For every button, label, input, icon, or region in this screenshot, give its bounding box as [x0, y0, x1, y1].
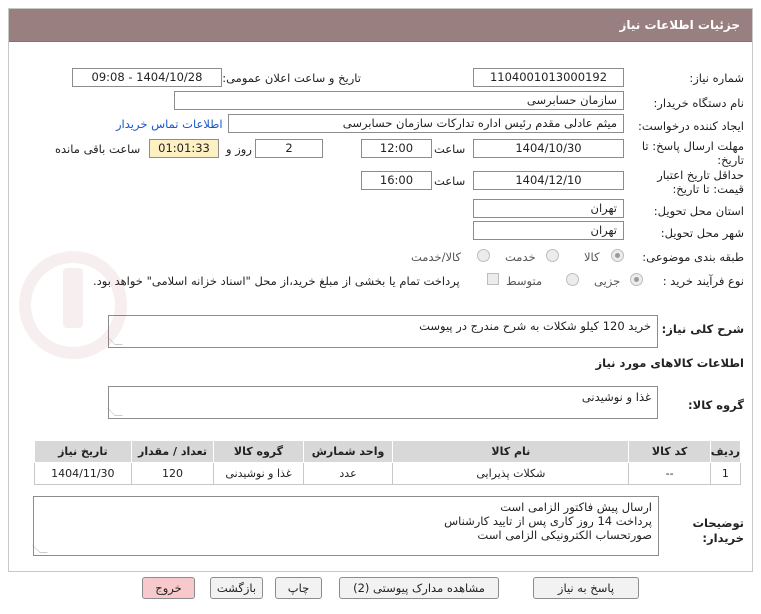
deadline-time-field: 12:00 — [361, 139, 432, 158]
deadline-time-label: ساعت — [434, 142, 466, 156]
goods-group-text: غذا و نوشیدنی — [581, 390, 651, 404]
category-option-goods: کالا — [584, 250, 600, 264]
table-row: 1 -- شکلات پذیرایی عدد غذا و نوشیدنی 120… — [34, 462, 742, 485]
remaining-time-label: ساعت باقی مانده — [55, 142, 141, 156]
cell-group: غذا و نوشیدنی — [213, 462, 304, 485]
validity-label: حداقل تاریخ اعتبار — [657, 168, 744, 182]
resize-grip-icon[interactable] — [107, 337, 123, 345]
days-remaining-field: 2 — [255, 139, 323, 158]
buyer-notes-label-2: خریدار: — [702, 531, 744, 545]
resize-grip-icon[interactable] — [107, 408, 123, 416]
need-number-field: 1104001013000192 — [473, 68, 624, 87]
category-radio-goods[interactable] — [611, 249, 624, 262]
goods-group-label: گروه کالا: — [688, 398, 744, 412]
buyer-note-line: پرداخت 14 روز کاری پس از تایید کارشناس — [444, 514, 652, 528]
category-radio-service[interactable] — [546, 249, 559, 262]
validity-label-date: قیمت: تا تاریخ: — [672, 182, 744, 196]
category-label: طبقه بندی موضوعی: — [642, 250, 744, 264]
need-number-label: شماره نیاز: — [689, 71, 744, 85]
purchase-option-minor: جزیی — [594, 274, 621, 288]
cell-name: شکلات پذیرایی — [392, 462, 630, 485]
exit-button[interactable]: خروج — [142, 577, 195, 599]
creator-label: ایجاد کننده درخواست: — [638, 119, 744, 133]
purchase-radio-minor[interactable] — [630, 273, 643, 286]
deadline-date-field: 1404/10/30 — [473, 139, 624, 158]
buyer-notes-label: توضیحات — [692, 516, 745, 530]
buyer-contact-link[interactable]: اطلاعات تماس خریدار — [116, 117, 223, 131]
col-unit: واحد شمارش — [302, 440, 394, 463]
buyer-org-label: نام دستگاه خریدار: — [653, 96, 744, 110]
col-name: نام کالا — [392, 440, 630, 463]
category-option-service: خدمت — [505, 250, 536, 264]
cell-row: 1 — [709, 462, 742, 485]
province-field: تهران — [473, 199, 624, 218]
col-code: کد کالا — [628, 440, 711, 463]
announce-datetime-field: 1404/10/28 - 09:08 — [72, 68, 222, 87]
buyer-note-line: ارسال پیش فاکتور الزامی است — [500, 500, 652, 514]
print-button[interactable]: چاپ — [275, 577, 322, 599]
cell-code: -- — [628, 462, 711, 485]
goods-group-textarea[interactable]: غذا و نوشیدنی — [107, 386, 658, 419]
category-radio-goods-service[interactable] — [477, 249, 490, 262]
title-bar: جزئیات اطلاعات نیاز — [9, 9, 752, 42]
province-label: استان محل تحویل: — [653, 204, 744, 218]
summary-label: شرح کلی نیاز: — [661, 322, 744, 336]
purchase-option-medium: متوسط — [506, 274, 543, 288]
goods-info-title: اطلاعات کالاهای مورد نیاز — [595, 356, 744, 370]
remaining-time-field: 01:01:33 — [149, 139, 219, 158]
back-button[interactable]: بازگشت — [210, 577, 263, 599]
deadline-label-date: تاریخ: — [717, 153, 744, 167]
announce-label: تاریخ و ساعت اعلان عمومی: — [222, 71, 361, 85]
validity-time-field: 16:00 — [361, 171, 432, 190]
city-label: شهر محل تحویل: — [660, 226, 744, 240]
col-group: گروه کالا — [213, 440, 304, 463]
creator-field: میثم عادلی مقدم رئیس اداره تدارکات سازما… — [228, 114, 624, 133]
deadline-label: مهلت ارسال پاسخ: تا — [641, 139, 744, 153]
purchase-radio-medium[interactable] — [566, 273, 579, 286]
validity-date-field: 1404/12/10 — [473, 171, 624, 190]
buyer-org-field: سازمان حسابرسی — [174, 91, 624, 110]
buyer-note-line: صورتحساب الکترونیکی الزامی است — [477, 528, 652, 542]
city-field: تهران — [473, 221, 624, 240]
goods-table: ردیف کد کالا نام کالا واحد شمارش گروه کا… — [34, 440, 742, 485]
category-option-goods-service: کالا/خدمت — [411, 250, 462, 264]
col-row: ردیف — [709, 440, 742, 463]
col-need-date: تاریخ نیاز — [34, 440, 132, 463]
summary-textarea[interactable]: خرید 120 کیلو شکلات به شرح مندرج در پیوس… — [107, 315, 658, 348]
treasury-payment-checkbox[interactable] — [487, 273, 499, 285]
goods-table-header: ردیف کد کالا نام کالا واحد شمارش گروه کا… — [34, 440, 742, 463]
treasury-payment-note: پرداخت تمام یا بخشی از مبلغ خرید،از محل … — [93, 274, 460, 288]
buyer-notes-textarea[interactable]: ارسال پیش فاکتور الزامی است پرداخت 14 رو… — [32, 496, 659, 556]
validity-time-label: ساعت — [434, 174, 466, 188]
purchase-type-label: نوع فرآیند خرید : — [662, 274, 744, 288]
days-and-label: روز و — [226, 142, 252, 156]
attachments-button[interactable]: مشاهده مدارک پیوستی (2) — [339, 577, 499, 599]
cell-unit: عدد — [302, 462, 394, 485]
panel-title: جزئیات اطلاعات نیاز — [619, 18, 740, 32]
cell-quantity: 120 — [130, 462, 215, 485]
col-quantity: تعداد / مقدار — [130, 440, 215, 463]
reply-button[interactable]: پاسخ به نیاز — [533, 577, 639, 599]
summary-text: خرید 120 کیلو شکلات به شرح مندرج در پیوس… — [419, 319, 651, 333]
resize-grip-icon[interactable] — [32, 545, 48, 553]
cell-need-date: 1404/11/30 — [34, 462, 132, 485]
